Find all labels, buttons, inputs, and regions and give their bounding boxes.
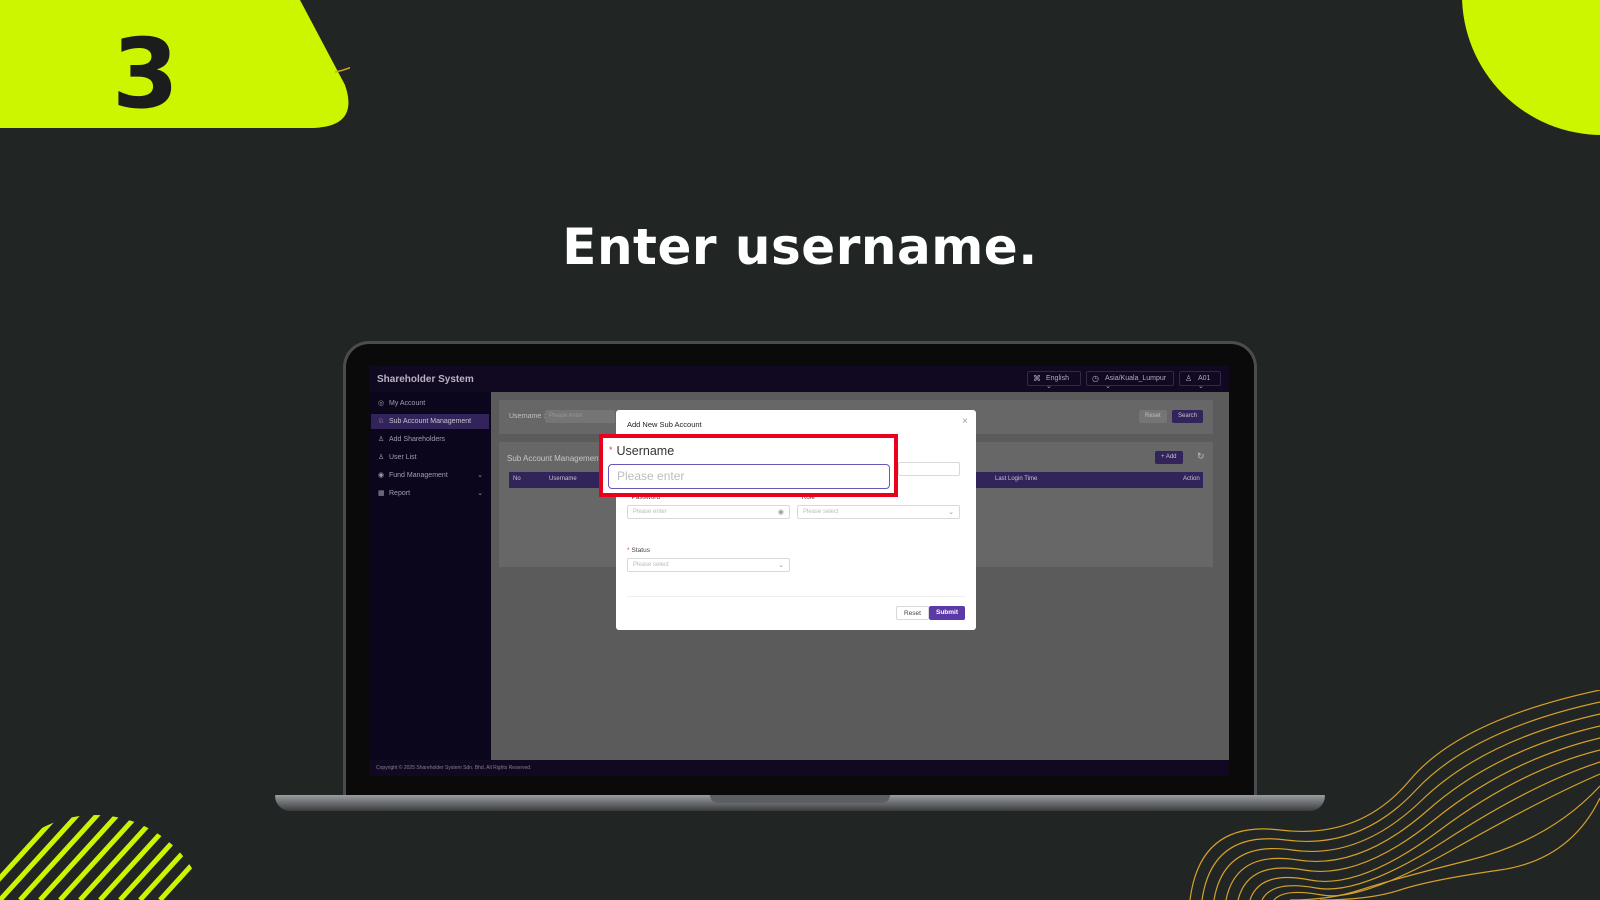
username-input[interactable]: Please enter bbox=[608, 464, 890, 489]
modal-title: Add New Sub Account bbox=[627, 420, 702, 429]
eye-icon[interactable]: ◉ bbox=[778, 508, 784, 516]
status-placeholder: Please select bbox=[633, 562, 669, 568]
close-icon[interactable]: × bbox=[962, 416, 968, 427]
corner-circle-decoration bbox=[1462, 0, 1600, 135]
password-input[interactable]: Please enter ◉ bbox=[627, 505, 790, 519]
password-placeholder: Please enter bbox=[633, 509, 667, 515]
role-select[interactable]: Please select ⌄ bbox=[797, 505, 960, 519]
modal-reset-button[interactable]: Reset bbox=[896, 606, 929, 620]
modal-submit-button[interactable]: Submit bbox=[929, 606, 966, 620]
username-label: * Username bbox=[609, 444, 675, 458]
diagonal-lines-decoration bbox=[0, 815, 210, 900]
status-select[interactable]: Please select ⌄ bbox=[627, 558, 790, 572]
step-number: 3 bbox=[112, 18, 179, 130]
slide-title: Enter username. bbox=[562, 218, 1038, 276]
modal-divider bbox=[627, 596, 965, 597]
chevron-down-icon: ⌄ bbox=[948, 509, 954, 516]
status-label: * Status bbox=[627, 547, 650, 554]
role-placeholder: Please select bbox=[803, 509, 839, 515]
modal-field-partial bbox=[898, 462, 960, 476]
laptop-notch bbox=[710, 795, 890, 803]
chevron-down-icon: ⌄ bbox=[778, 562, 784, 569]
username-highlight-box: * Username Please enter bbox=[599, 434, 898, 497]
